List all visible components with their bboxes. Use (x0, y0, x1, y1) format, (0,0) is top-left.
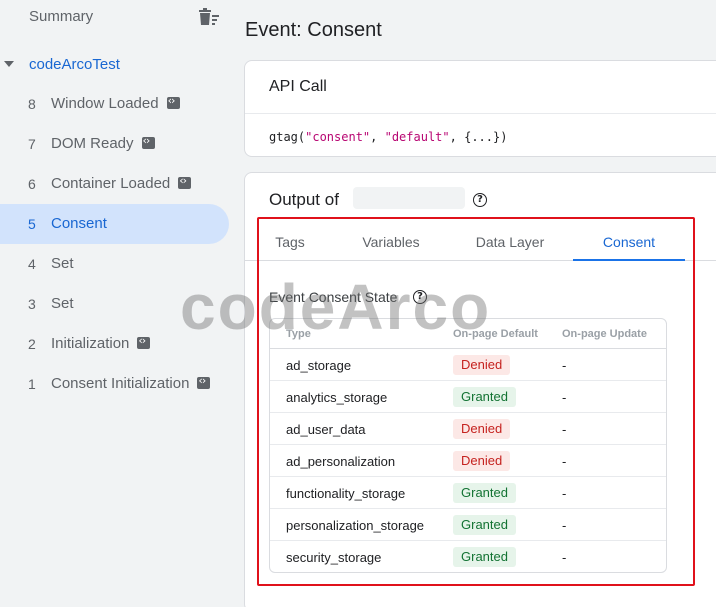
code-suffix: , {...}) (449, 130, 508, 144)
update-value: - (562, 422, 567, 437)
api-call-title: API Call (269, 78, 327, 95)
consent-type: ad_user_data (286, 422, 366, 437)
delete-all-icon[interactable] (198, 7, 220, 27)
table-row: analytics_storage Granted - (270, 381, 666, 413)
redacted-container-id (353, 187, 465, 209)
caret-down-icon[interactable] (4, 61, 14, 67)
event-label-text: Initialization (51, 335, 130, 352)
update-value: - (562, 454, 567, 469)
divider (245, 113, 716, 114)
code-prefix: gtag( (269, 130, 306, 144)
status-badge: Granted (453, 387, 516, 407)
page-title: Event: Consent (245, 19, 382, 41)
consent-type: ad_storage (286, 358, 352, 373)
sidebar-event-item[interactable]: 6 Container Loaded (0, 164, 229, 204)
event-label: Set (51, 295, 74, 312)
tab-consent[interactable]: Consent (573, 223, 685, 261)
event-label-text: Consent Initialization (51, 375, 190, 392)
code-icon (141, 134, 155, 149)
status-badge: Denied (453, 419, 511, 439)
consent-type: ad_personalization (286, 454, 396, 469)
summary-label: Summary (29, 8, 94, 25)
event-label: DOM Ready (51, 134, 155, 152)
consent-type: analytics_storage (286, 390, 388, 405)
help-icon[interactable]: ? (473, 193, 487, 207)
column-header-update: On-page Update (562, 328, 647, 340)
sidebar-event-item[interactable]: 3 Set (0, 284, 229, 324)
event-label-text: Container Loaded (51, 175, 171, 192)
api-call-card: API Call gtag("consent", "default", {...… (244, 60, 716, 157)
sidebar-event-item[interactable]: 5 Consent (0, 204, 229, 244)
update-value: - (562, 518, 567, 533)
code-icon (137, 334, 151, 349)
event-label-text: Set (51, 295, 74, 312)
column-header-default: On-page Default (453, 328, 538, 340)
event-number: 7 (28, 136, 36, 152)
output-tabs: Tags Variables Data Layer Consent (245, 223, 716, 261)
event-number: 5 (28, 216, 36, 232)
status-badge: Granted (453, 547, 516, 567)
table-row: ad_personalization Denied - (270, 445, 666, 477)
table-row: personalization_storage Granted - (270, 509, 666, 541)
sidebar-event-item[interactable]: 7 DOM Ready (0, 124, 229, 164)
sidebar: Summary codeArcoTest 8 Window Loaded 7 DOM … (0, 0, 232, 607)
consent-state-table: Type On-page Default On-page Update ad_s… (269, 318, 667, 573)
event-number: 6 (28, 176, 36, 192)
event-number: 2 (28, 336, 36, 352)
event-number: 8 (28, 96, 36, 112)
tab-tags[interactable]: Tags (245, 223, 335, 261)
container-toggle[interactable]: codeArcoTest (0, 50, 232, 78)
update-value: - (562, 358, 567, 373)
code-icon (166, 94, 180, 109)
column-header-type: Type (286, 328, 311, 340)
sidebar-event-item[interactable]: 8 Window Loaded (0, 84, 229, 124)
sidebar-event-item[interactable]: 1 Consent Initialization (0, 364, 229, 404)
event-label-text: Consent (51, 215, 107, 232)
consent-type: personalization_storage (286, 518, 425, 533)
table-header: Type On-page Default On-page Update (270, 319, 666, 349)
section-title: Event Consent State (269, 289, 398, 305)
code-arg-default: "default" (384, 130, 450, 144)
update-value: - (562, 390, 567, 405)
tab-variables[interactable]: Variables (335, 223, 447, 261)
status-badge: Denied (453, 355, 511, 375)
code-arg-consent: "consent" (305, 130, 371, 144)
event-label: Initialization (51, 334, 151, 352)
code-icon (197, 374, 211, 389)
event-number: 1 (28, 376, 36, 392)
event-label-text: DOM Ready (51, 135, 134, 152)
event-label-text: Window Loaded (51, 95, 159, 112)
status-badge: Denied (453, 451, 511, 471)
event-label: Set (51, 255, 74, 272)
code-icon (178, 174, 192, 189)
table-row: ad_user_data Denied - (270, 413, 666, 445)
help-icon[interactable]: ? (413, 290, 427, 304)
event-number: 3 (28, 296, 36, 312)
event-label: Container Loaded (51, 174, 192, 192)
main-panel: Event: Consent API Call gtag("consent", … (232, 0, 716, 607)
table-row: security_storage Granted - (270, 541, 666, 572)
event-number: 4 (28, 256, 36, 272)
update-value: - (562, 550, 567, 565)
code-separator: , (370, 130, 385, 144)
output-title: Output of (269, 190, 339, 209)
table-row: ad_storage Denied - (270, 349, 666, 381)
api-call-code: gtag("consent", "default", {...}) (269, 130, 507, 144)
event-label: Consent (51, 215, 107, 232)
status-badge: Granted (453, 515, 516, 535)
output-card: Output of ? Tags Variables Data Layer Conse… (244, 172, 716, 607)
event-label: Consent Initialization (51, 374, 211, 392)
container-name: codeArcoTest (29, 56, 120, 73)
sidebar-event-item[interactable]: 4 Set (0, 244, 229, 284)
update-value: - (562, 486, 567, 501)
event-label: Window Loaded (51, 94, 180, 112)
event-label-text: Set (51, 255, 74, 272)
sidebar-event-item[interactable]: 2 Initialization (0, 324, 229, 364)
summary-item[interactable]: Summary (0, 0, 232, 36)
table-row: functionality_storage Granted - (270, 477, 666, 509)
status-badge: Granted (453, 483, 516, 503)
consent-type: security_storage (286, 550, 382, 565)
consent-type: functionality_storage (286, 486, 406, 501)
tab-data-layer[interactable]: Data Layer (447, 223, 573, 261)
